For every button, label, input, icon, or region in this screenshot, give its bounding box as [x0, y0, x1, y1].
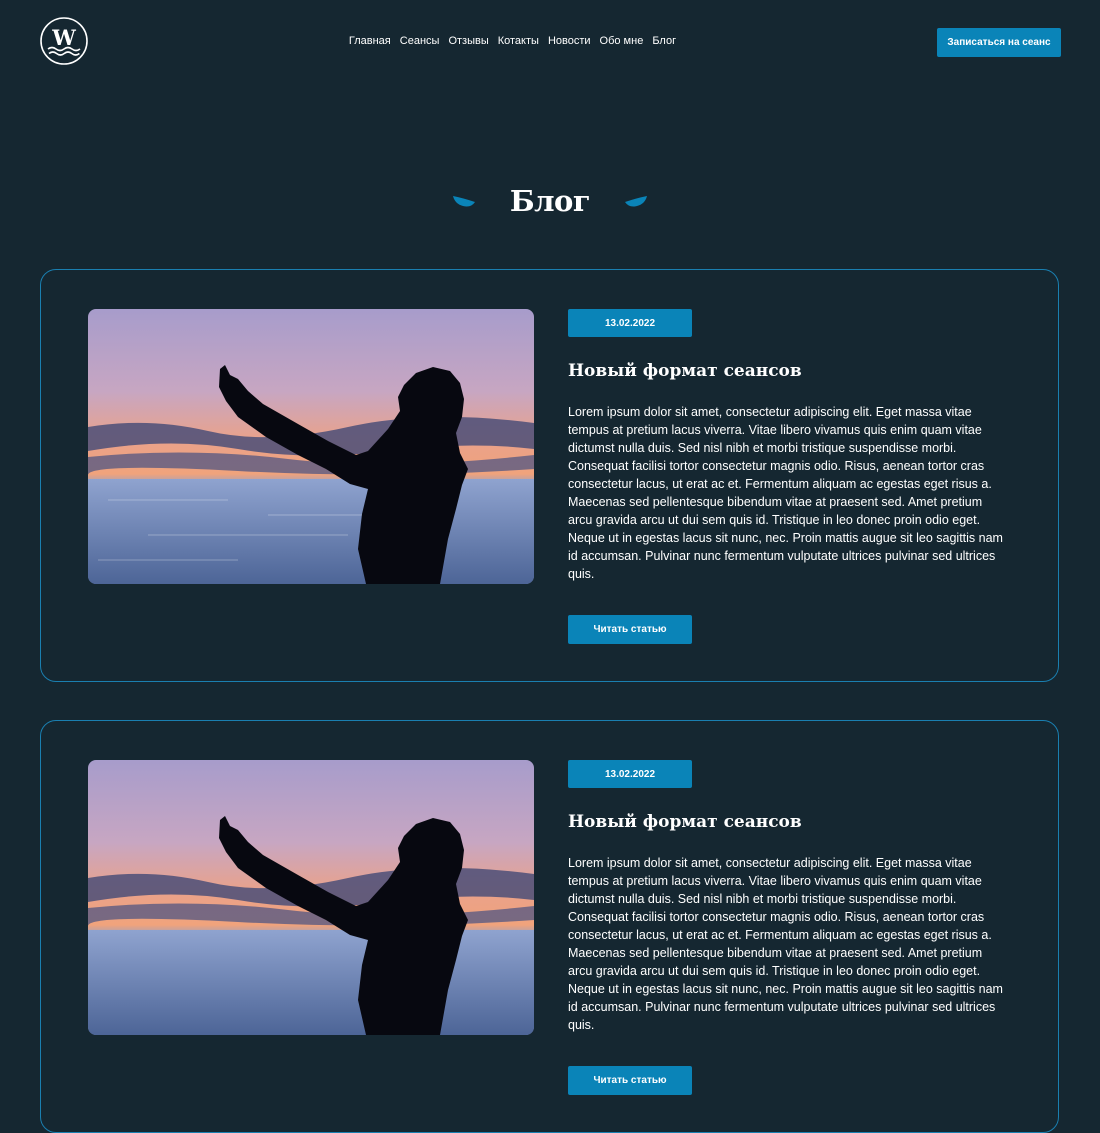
blog-post-card: 13.02.2022 Новый формат сеансов Lorem ip… — [40, 720, 1059, 1133]
post-title: Новый формат сеансов — [568, 812, 802, 832]
post-title: Новый формат сеансов — [568, 361, 802, 381]
leaf-right-icon — [625, 196, 648, 207]
nav-item-reviews[interactable]: Отзывы — [448, 35, 488, 47]
post-image[interactable] — [88, 309, 534, 584]
post-excerpt: Lorem ipsum dolor sit amet, consectetur … — [568, 856, 1003, 1032]
main-nav: Главная Сеансы Отзывы Котакты Новости Об… — [0, 35, 1025, 47]
nav-item-news[interactable]: Новости — [548, 35, 591, 47]
nav-item-contacts[interactable]: Котакты — [498, 35, 539, 47]
section-heading: Блог — [0, 178, 1100, 224]
blog-post-card: 13.02.2022 Новый формат сеансов Lorem ip… — [40, 269, 1059, 682]
post-date: 13.02.2022 — [568, 760, 692, 788]
leaf-left-icon — [452, 196, 475, 207]
read-article-button[interactable]: Читать статью — [568, 615, 692, 644]
nav-item-sessions[interactable]: Сеансы — [400, 35, 440, 47]
page-title: Блог — [509, 184, 591, 218]
book-session-button[interactable]: Записаться на сеанс — [937, 28, 1061, 57]
nav-item-blog[interactable]: Блог — [652, 35, 676, 47]
post-date: 13.02.2022 — [568, 309, 692, 337]
post-excerpt: Lorem ipsum dolor sit amet, consectetur … — [568, 405, 1003, 581]
read-article-button[interactable]: Читать статью — [568, 1066, 692, 1095]
site-header: W Главная Сеансы Отзывы Котакты Новости … — [0, 0, 1100, 84]
nav-item-about[interactable]: Обо мне — [600, 35, 644, 47]
nav-item-home[interactable]: Главная — [349, 35, 391, 47]
